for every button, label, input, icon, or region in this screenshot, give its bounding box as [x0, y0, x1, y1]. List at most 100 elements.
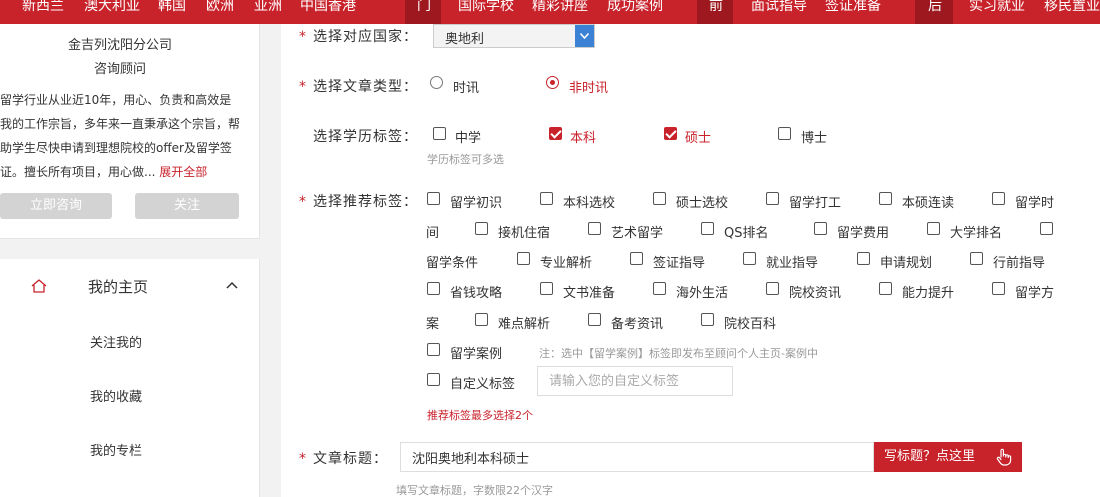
tag-label-wrap[interactable]: 案 [426, 313, 439, 332]
tag-label[interactable]: 备考资讯 [611, 313, 663, 332]
tag-label[interactable]: 海外生活 [676, 282, 728, 301]
nav-item-lectures[interactable]: 精彩讲座 [532, 0, 588, 15]
checkbox-doctor-label[interactable]: 博士 [801, 127, 827, 146]
radio-news-label[interactable]: 时讯 [453, 77, 479, 96]
nav-item-hongkong[interactable]: 中国香港 [300, 0, 356, 15]
tag-label-wrap[interactable]: 间 [426, 222, 439, 241]
dropdown-arrow-icon[interactable] [575, 25, 594, 47]
tag-label[interactable]: 行前指导 [993, 252, 1045, 271]
checkbox-doctor[interactable] [778, 127, 791, 140]
nav-item-new-zealand[interactable]: 新西兰 [22, 0, 64, 15]
custom-tag-checkbox[interactable] [427, 373, 440, 386]
tag-checkbox[interactable] [427, 282, 440, 295]
education-label: 选择学历标签： [313, 129, 418, 145]
tag-label[interactable]: 本硕连读 [902, 192, 954, 211]
tag-checkbox[interactable] [588, 313, 601, 326]
tag-label[interactable]: 能力提升 [902, 282, 954, 301]
menu-title-my-home[interactable]: 我的主页 [88, 276, 148, 297]
tag-checkbox[interactable] [540, 282, 553, 295]
nav-item-australia[interactable]: 澳大利亚 [84, 0, 140, 15]
tag-label[interactable]: 文书准备 [563, 282, 615, 301]
tag-checkbox[interactable] [992, 192, 1005, 205]
tag-label[interactable]: 留学初识 [450, 192, 502, 211]
checkbox-master-label[interactable]: 硕士 [685, 127, 711, 146]
radio-non-news-label[interactable]: 非时讯 [569, 77, 608, 96]
tag-checkbox[interactable] [927, 222, 940, 235]
tag-checkbox[interactable] [701, 222, 714, 235]
tag-label[interactable]: 就业指导 [766, 252, 818, 271]
tag-label[interactable]: 留学打工 [789, 192, 841, 211]
tag-checkbox[interactable] [766, 282, 779, 295]
tag-checkbox[interactable] [766, 192, 779, 205]
checkbox-bachelor[interactable] [549, 127, 562, 140]
nav-item-korea[interactable]: 韩国 [158, 0, 186, 15]
tag-checkbox[interactable] [475, 222, 488, 235]
tag-label[interactable]: 院校资讯 [789, 282, 841, 301]
consult-now-button[interactable]: 立即咨询 [0, 193, 112, 219]
tag-checkbox[interactable] [653, 192, 666, 205]
tag-label[interactable]: 留学时 [1015, 192, 1054, 211]
nav-item-success-cases[interactable]: 成功案例 [607, 0, 663, 15]
tag-label[interactable]: 留学方 [1015, 282, 1054, 301]
radio-news[interactable] [430, 76, 443, 89]
menu-item-column[interactable]: 我的专栏 [90, 440, 142, 459]
tag-checkbox[interactable] [517, 252, 530, 265]
nav-item-immigration[interactable]: 移民置业 [1044, 0, 1100, 15]
case-checkbox-label[interactable]: 留学案例 [450, 343, 502, 362]
tag-checkbox[interactable] [630, 252, 643, 265]
tag-checkbox[interactable] [857, 252, 870, 265]
title-suggest-label: 写标题？点这里 [884, 449, 976, 464]
tag-label[interactable]: 接机住宿 [498, 222, 550, 241]
follow-button[interactable]: 关注 [135, 193, 239, 219]
expand-all-link[interactable]: 展开全部 [159, 165, 207, 179]
nav-item-europe[interactable]: 欧洲 [206, 0, 234, 15]
tag-label[interactable]: 艺术留学 [611, 222, 663, 241]
nav-category-block-3: 后 [915, 0, 953, 24]
tag-label[interactable]: 申请规划 [880, 252, 932, 271]
tag-label[interactable]: 大学排名 [950, 222, 1002, 241]
tag-checkbox[interactable] [970, 252, 983, 265]
tag-checkbox[interactable] [653, 282, 666, 295]
checkbox-bachelor-label[interactable]: 本科 [570, 127, 596, 146]
tag-label[interactable]: 留学条件 [426, 252, 478, 271]
tag-checkbox[interactable] [475, 313, 488, 326]
custom-tag-input[interactable] [537, 366, 733, 396]
case-note: 注：选中【留学案例】标签即发布至顾问个人主页-案例中 [539, 347, 818, 360]
nav-item-asia[interactable]: 亚洲 [254, 0, 282, 15]
nav-item-interview[interactable]: 面试指导 [751, 0, 807, 15]
tag-checkbox[interactable] [992, 282, 1005, 295]
nav-item-international-school[interactable]: 国际学校 [458, 0, 514, 15]
nav-item-internship[interactable]: 实习就业 [969, 0, 1025, 15]
checkbox-middle-school[interactable] [433, 127, 446, 140]
tag-checkbox[interactable] [814, 222, 827, 235]
tag-checkbox[interactable] [701, 313, 714, 326]
title-input[interactable] [400, 442, 874, 472]
tag-checkbox[interactable] [743, 252, 756, 265]
tag-checkbox[interactable] [1040, 222, 1053, 235]
tag-label[interactable]: 院校百科 [724, 313, 776, 332]
tag-checkbox[interactable] [540, 192, 553, 205]
tag-checkbox[interactable] [879, 282, 892, 295]
menu-item-followers[interactable]: 关注我的 [90, 332, 142, 351]
tag-label[interactable]: 专业解析 [540, 252, 592, 271]
tag-label[interactable]: 留学费用 [837, 222, 889, 241]
chevron-up-icon[interactable] [226, 281, 238, 289]
nav-item-visa[interactable]: 签证准备 [825, 0, 881, 15]
tag-label[interactable]: 省钱攻略 [450, 282, 502, 301]
title-suggest-button[interactable]: 写标题？点这里 [874, 442, 1022, 472]
radio-non-news[interactable] [546, 76, 559, 89]
tag-label[interactable]: 硕士选校 [676, 192, 728, 211]
tag-checkbox[interactable] [879, 192, 892, 205]
custom-tag-label[interactable]: 自定义标签 [450, 373, 515, 392]
case-checkbox[interactable] [427, 343, 440, 356]
tag-label[interactable]: QS排名 [724, 222, 769, 241]
country-select[interactable]: 奥地利 [433, 24, 595, 48]
checkbox-middle-school-label[interactable]: 中学 [455, 127, 481, 146]
tag-label[interactable]: 签证指导 [653, 252, 705, 271]
checkbox-master[interactable] [664, 127, 677, 140]
menu-item-favorites[interactable]: 我的收藏 [90, 386, 142, 405]
tag-label[interactable]: 难点解析 [498, 313, 550, 332]
tag-label[interactable]: 本科选校 [563, 192, 615, 211]
tag-checkbox[interactable] [588, 222, 601, 235]
tag-checkbox[interactable] [427, 192, 440, 205]
